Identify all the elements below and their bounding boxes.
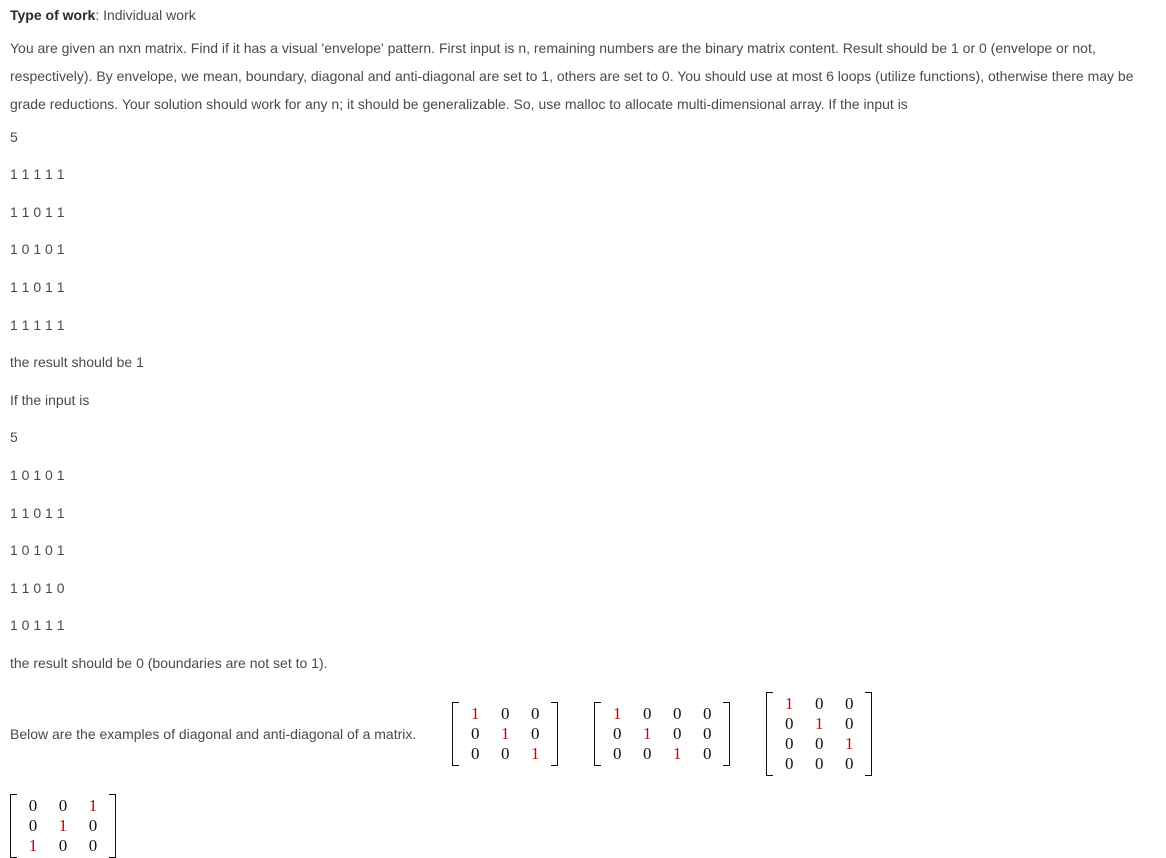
matrix-cell: 0 — [662, 724, 692, 744]
matrix-cell: 0 — [78, 836, 108, 856]
matrix-row: 100 — [18, 836, 108, 856]
example2-row: 1 0 1 0 1 — [10, 541, 1156, 561]
matrix-cell: 0 — [774, 754, 804, 774]
matrix-cell: 0 — [460, 744, 490, 764]
matrices-lead-text: Below are the examples of diagonal and a… — [10, 726, 416, 742]
matrix-row: 010 — [774, 714, 864, 734]
matrix-cell: 1 — [18, 836, 48, 856]
matrix-cell: 0 — [834, 714, 864, 734]
matrix-cell: 0 — [632, 704, 662, 724]
matrix-cell: 1 — [78, 796, 108, 816]
example1-row: 1 1 0 1 1 — [10, 278, 1156, 298]
matrix-cell: 0 — [774, 734, 804, 754]
matrix-cell: 1 — [490, 724, 520, 744]
matrix-cell: 0 — [602, 724, 632, 744]
matrix-row: 100 — [774, 694, 864, 714]
matrix-row: 001 — [18, 796, 108, 816]
matrix-cell: 0 — [834, 694, 864, 714]
matrix-cell: 0 — [692, 744, 722, 764]
matrix-cell: 0 — [602, 744, 632, 764]
example1-n: 5 — [10, 128, 1156, 148]
matrix-cell: 1 — [834, 734, 864, 754]
matrix-cell: 0 — [48, 836, 78, 856]
example2-row: 1 1 0 1 0 — [10, 579, 1156, 599]
matrix-cell: 1 — [602, 704, 632, 724]
example2-row: 1 0 1 0 1 — [10, 466, 1156, 486]
matrix-row: 000 — [774, 754, 864, 774]
matrix-cell: 1 — [632, 724, 662, 744]
matrix-cell: 0 — [520, 704, 550, 724]
example1-row: 1 1 1 1 1 — [10, 165, 1156, 185]
matrix-cell: 1 — [774, 694, 804, 714]
matrix-cell: 0 — [48, 796, 78, 816]
matrix-cell: 0 — [78, 816, 108, 836]
matrix-row: 1000 — [602, 704, 722, 724]
matrix-cell: 0 — [804, 694, 834, 714]
matrix-cell: 0 — [490, 744, 520, 764]
type-value: : Individual work — [95, 7, 195, 23]
problem-description: You are given an nxn matrix. Find if it … — [10, 34, 1156, 118]
matrix-cell: 1 — [48, 816, 78, 836]
matrix-row: 001 — [774, 734, 864, 754]
matrix-diagonal-3x3: 100010001 — [452, 702, 558, 766]
example2-result: the result should be 0 (boundaries are n… — [10, 654, 1156, 674]
matrix-cell: 1 — [520, 744, 550, 764]
matrix-cell: 0 — [692, 704, 722, 724]
document-page: { "type_label": "Type of work", "type_va… — [0, 0, 1166, 828]
example1-result: the result should be 1 — [10, 353, 1156, 373]
matrices-row: Below are the examples of diagonal and a… — [10, 692, 1156, 776]
matrix-row: 0100 — [602, 724, 722, 744]
matrix-cell: 0 — [662, 704, 692, 724]
between-text: If the input is — [10, 391, 1156, 411]
type-label: Type of work — [10, 7, 95, 23]
matrix-cell: 0 — [774, 714, 804, 734]
matrix-cell: 1 — [662, 744, 692, 764]
example2-row: 1 1 0 1 1 — [10, 504, 1156, 524]
matrix-row: 010 — [18, 816, 108, 836]
matrices-row-2: 001010100 — [10, 794, 1156, 858]
type-of-work-line: Type of work: Individual work — [10, 6, 1156, 26]
matrix-cell: 1 — [804, 714, 834, 734]
matrix-cell: 0 — [692, 724, 722, 744]
matrix-diagonal-3x4: 100001000010 — [594, 702, 730, 766]
example2-row: 1 0 1 1 1 — [10, 616, 1156, 636]
matrix-cell: 0 — [804, 734, 834, 754]
example1-row: 1 1 1 1 1 — [10, 316, 1156, 336]
matrix-cell: 0 — [632, 744, 662, 764]
matrix-cell: 0 — [834, 754, 864, 774]
matrix-row: 001 — [460, 744, 550, 764]
matrix-cell: 0 — [490, 704, 520, 724]
matrix-cell: 0 — [460, 724, 490, 744]
matrix-cell: 0 — [18, 796, 48, 816]
example2-n: 5 — [10, 428, 1156, 448]
matrix-row: 100 — [460, 704, 550, 724]
example1-row: 1 1 0 1 1 — [10, 203, 1156, 223]
matrix-row: 010 — [460, 724, 550, 744]
example1-row: 1 0 1 0 1 — [10, 240, 1156, 260]
matrix-cell: 0 — [804, 754, 834, 774]
matrix-antidiagonal-3x3: 001010100 — [10, 794, 116, 858]
matrix-diagonal-4x3: 100010001000 — [766, 692, 872, 776]
matrix-cell: 0 — [18, 816, 48, 836]
matrix-row: 0010 — [602, 744, 722, 764]
matrix-cell: 1 — [460, 704, 490, 724]
matrix-cell: 0 — [520, 724, 550, 744]
